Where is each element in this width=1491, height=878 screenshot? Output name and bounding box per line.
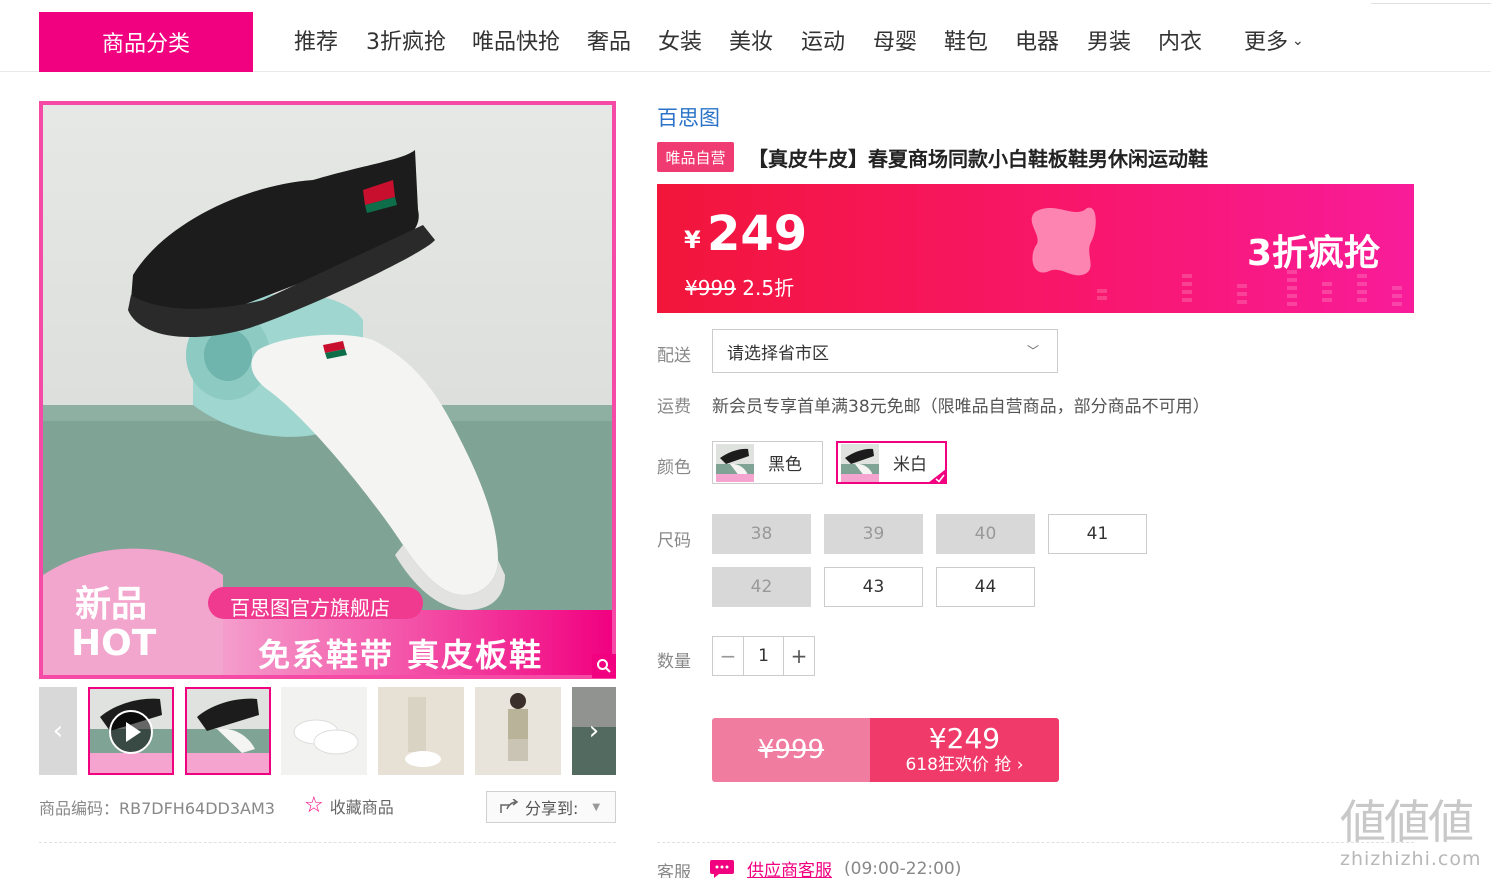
nav-item-baby[interactable]: 母婴 (873, 24, 944, 56)
quantity-increase-button[interactable]: + (784, 637, 814, 675)
service-label: 客服 (657, 863, 691, 878)
nav-item-appliances[interactable]: 电器 (1015, 24, 1087, 56)
price-banner: ¥ 249 ¥999 2.5折 3折疯抢 (657, 184, 1414, 313)
banner-hot-label: HOT (71, 623, 157, 664)
category-button[interactable]: 商品分类 (39, 12, 253, 72)
size-label: 尺码 (657, 531, 691, 551)
color-option-beige[interactable]: 米白 (836, 441, 947, 484)
color-name: 黑色 (768, 455, 802, 475)
buy-sale-text: 618狂欢价 抢 › (905, 755, 1024, 775)
delivery-label: 配送 (657, 346, 691, 366)
selected-check-icon (928, 469, 946, 483)
chat-icon (710, 859, 734, 878)
product-code: 商品编码：RB7DFH64DD3AM3 (39, 799, 275, 818)
quantity-stepper: − 1 + (712, 636, 815, 676)
nav-item-beauty[interactable]: 美妆 (729, 24, 801, 56)
product-title: 【真皮牛皮】春夏商场同款小白鞋板鞋男休闲运动鞋 (748, 147, 1208, 171)
play-icon (109, 710, 153, 754)
divider (657, 842, 1414, 843)
brand-link[interactable]: 百思图 (657, 102, 720, 132)
zoom-icon[interactable] (592, 654, 616, 678)
nav-item-quick-buy[interactable]: 唯品快抢 (472, 24, 587, 56)
thumbnail-strip: ‹ › (39, 687, 616, 775)
service-hours: (09:00-22:00) (844, 858, 962, 878)
buy-sale-panel: ¥249 618狂欢价 抢 › (870, 718, 1059, 782)
original-price-line: ¥999 2.5折 (685, 272, 794, 301)
chevron-right-icon: › (588, 716, 600, 746)
watermark: 値値値 zhizhizhi.com (1340, 796, 1490, 878)
color-option-black[interactable]: 黑色 (712, 441, 823, 484)
currency-symbol: ¥ (684, 226, 701, 254)
divider (39, 842, 616, 843)
discount: 2.5折 (742, 276, 795, 300)
size-option-44[interactable]: 44 (936, 567, 1035, 607)
watermark-glyphs: 値値値 (1340, 795, 1474, 849)
thumbnail-4[interactable] (378, 687, 464, 775)
shipping-info: 新会员专享首单满38元免邮（限唯品自营商品，部分商品不可用） (712, 397, 1210, 417)
size-option-40: 40 (936, 514, 1035, 554)
customer-service: 供应商客服 (09:00-22:00) (709, 856, 961, 878)
size-option-41[interactable]: 41 (1048, 514, 1147, 554)
nav-item-recommend[interactable]: 推荐 (294, 24, 366, 56)
color-label: 颜色 (657, 458, 691, 478)
nav-menu: 推荐 3折疯抢 唯品快抢 奢品 女装 美妆 运动 母婴 鞋包 电器 男装 内衣 (294, 24, 1218, 56)
favorite-label: 收藏商品 (329, 797, 394, 817)
nav-more-label: 更多 (1244, 30, 1289, 55)
quantity-label: 数量 (657, 652, 691, 672)
quantity-input[interactable]: 1 (743, 637, 784, 675)
main-product-image[interactable]: 新品 HOT 百思图官方旗舰店 免系鞋带 真皮板鞋 (39, 101, 616, 679)
nav-item-men[interactable]: 男装 (1087, 24, 1158, 56)
current-price: 249 (707, 206, 808, 262)
thumbnail-video[interactable] (88, 687, 174, 775)
thumb-prev-button[interactable]: ‹ (39, 687, 77, 775)
buy-original-price-panel: ¥999 (712, 718, 870, 782)
supplier-service-link[interactable]: 供应商客服 (747, 856, 832, 878)
nav-item-flash-sale[interactable]: 3折疯抢 (366, 24, 472, 56)
watermark-domain: zhizhizhi.com (1340, 848, 1482, 870)
thumb-next-button[interactable]: › (572, 687, 616, 775)
share-label: 分享到: (525, 799, 579, 818)
shipping-label: 运费 (657, 397, 691, 417)
quantity-decrease-button[interactable]: − (713, 637, 743, 675)
self-operated-badge: 唯品自营 (657, 142, 734, 172)
share-button[interactable]: 分享到: ▼ (486, 791, 616, 823)
buy-now-button[interactable]: ¥999 ¥249 618狂欢价 抢 › (712, 718, 1059, 782)
buy-original-price: ¥999 (757, 735, 825, 765)
banner-new-label: 新品 (75, 584, 148, 625)
nav-item-underwear[interactable]: 内衣 (1158, 24, 1218, 56)
address-placeholder: 请选择省市区 (727, 343, 829, 364)
nav-item-shoes-bags[interactable]: 鞋包 (944, 24, 1015, 56)
size-option-42: 42 (712, 567, 811, 607)
star-icon: ☆ (304, 793, 324, 818)
thumbnail-2[interactable] (185, 687, 271, 775)
buy-sale-price: ¥249 (928, 722, 1001, 755)
share-icon (500, 799, 519, 813)
address-select[interactable]: 请选择省市区 ﹀ (712, 329, 1058, 373)
banner-store-label: 百思图官方旗舰店 (230, 596, 390, 620)
promo-label: 3折疯抢 (1247, 233, 1381, 274)
caret-down-icon: ▼ (592, 801, 601, 813)
color-name: 米白 (893, 455, 927, 475)
size-option-38: 38 (712, 514, 811, 554)
chevron-down-icon: ﹀ (1026, 344, 1039, 358)
chevron-down-icon: ⌄ (1292, 33, 1304, 49)
nav-item-sports[interactable]: 运动 (801, 24, 873, 56)
thumbnail-5[interactable] (475, 687, 561, 775)
size-option-43[interactable]: 43 (824, 567, 923, 607)
nav-item-luxury[interactable]: 奢品 (587, 24, 658, 56)
favorite-button[interactable]: ☆ 收藏商品 (304, 793, 394, 818)
size-option-39: 39 (824, 514, 923, 554)
color-swatch (841, 444, 879, 482)
top-divider (1371, 3, 1491, 4)
nav-more[interactable]: 更多 ⌄ (1244, 24, 1304, 56)
original-price: ¥999 (685, 276, 736, 300)
nav-item-women[interactable]: 女装 (658, 24, 729, 56)
top-navigation: 商品分类 推荐 3折疯抢 唯品快抢 奢品 女装 美妆 运动 母婴 鞋包 电器 男… (0, 0, 1491, 72)
thumbnail-3[interactable] (281, 687, 367, 775)
banner-slogan: 免系鞋带 真皮板鞋 (258, 636, 544, 674)
color-swatch (716, 444, 754, 482)
chevron-left-icon: ‹ (52, 716, 64, 746)
